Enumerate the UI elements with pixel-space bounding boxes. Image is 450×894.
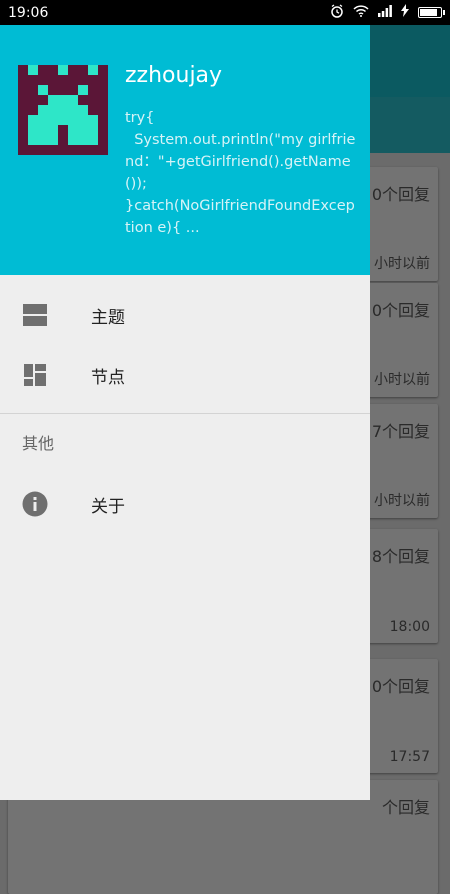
drawer-header: zzhoujay try{ System.out.println("my gir… [0,25,370,275]
username: zzhoujay [125,63,223,88]
battery-fill [420,9,438,16]
post-time: 小时以前 [374,256,430,272]
charging-icon [401,4,409,21]
status-icons [330,3,445,22]
wifi-icon [353,4,369,21]
alarm-icon [330,3,344,22]
avatar[interactable] [18,65,108,155]
reply-count: 0个回复 [371,301,430,320]
status-time: 19:06 [8,4,49,21]
post-time: 18:00 [389,619,430,635]
battery-icon [418,7,445,18]
menu-item-label: 关于 [91,496,125,517]
section-label-other: 其他 [22,434,55,453]
menu-item-label: 节点 [91,367,125,388]
reply-count: 0个回复 [371,185,430,204]
signal-icon [378,4,392,21]
post-time: 小时以前 [374,372,430,388]
reply-count: 8个回复 [371,547,430,566]
reply-count: 7个回复 [371,422,430,441]
nodes-icon [22,362,48,388]
post-time: 17:57 [389,749,430,765]
reply-count: 0个回复 [371,677,430,696]
menu-item-label: 主题 [91,307,125,328]
reply-count: 个回复 [381,798,430,817]
post-time: 小时以前 [374,493,430,509]
topics-icon [22,302,48,328]
menu-item-nodes[interactable]: 节点 [0,345,370,405]
menu-item-topics[interactable]: 主题 [0,285,370,345]
menu-item-about[interactable]: 关于 [0,474,370,534]
status-bar: 19:06 [0,0,450,25]
user-bio: try{ System.out.println("my girlfriend："… [125,110,356,236]
info-icon [22,491,48,517]
navigation-drawer: zzhoujay try{ System.out.println("my gir… [0,25,370,800]
